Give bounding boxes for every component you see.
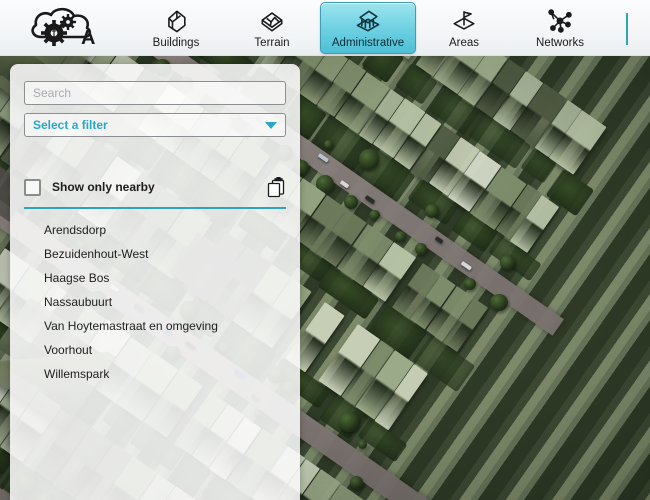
tab-buildings[interactable]: Buildings: [128, 2, 224, 54]
list-item[interactable]: Voorhout: [10, 338, 300, 362]
list-item[interactable]: Willemspark: [10, 362, 300, 386]
tab-label: Networks: [536, 36, 584, 50]
clipboard-copy-icon[interactable]: [266, 176, 286, 198]
tab-terrain[interactable]: Terrain: [224, 2, 320, 54]
tab-label: Administrative: [332, 36, 404, 50]
list-item[interactable]: Arendsdorp: [10, 218, 300, 242]
administrative-side-panel: Select a filter Show only nearby Arendsd…: [10, 64, 300, 500]
tab-label: Terrain: [254, 36, 289, 50]
tab-networks[interactable]: Networks: [512, 2, 608, 54]
chevron-down-icon: [265, 122, 277, 129]
cloud-gears-a-logo[interactable]: A: [24, 3, 108, 53]
building-isometric-icon: [161, 6, 191, 36]
svg-text:A: A: [81, 27, 95, 49]
show-only-nearby-label: Show only nearby: [52, 180, 155, 194]
network-nodes-icon: [545, 6, 575, 36]
area-flag-icon: [449, 6, 479, 36]
tab-label: Buildings: [153, 36, 200, 50]
toolbar-divider: [626, 13, 628, 45]
list-item[interactable]: Bezuidenhout-West: [10, 242, 300, 266]
list-item[interactable]: Nassaubuurt: [10, 290, 300, 314]
filter-select-label: Select a filter: [33, 118, 265, 132]
list-item[interactable]: Haagse Bos: [10, 266, 300, 290]
show-only-nearby-checkbox[interactable]: [24, 179, 41, 196]
filter-select[interactable]: Select a filter: [24, 113, 286, 137]
tab-administrative[interactable]: Administrative: [320, 2, 416, 54]
administrative-area-list[interactable]: ArendsdorpBezuidenhout-WestHaagse BosNas…: [10, 214, 300, 500]
list-item[interactable]: Van Hoytemastraat en omgeving: [10, 314, 300, 338]
tab-areas[interactable]: Areas: [416, 2, 512, 54]
terrain-isometric-icon: [257, 6, 287, 36]
panel-divider: [24, 207, 286, 209]
tab-label: Areas: [449, 36, 479, 50]
application-window: A Buildings: [0, 0, 650, 500]
top-toolbar: A Buildings: [0, 0, 650, 56]
search-input[interactable]: [24, 81, 286, 105]
toolbar-tabs: Buildings Terrain: [128, 0, 608, 56]
show-only-nearby-row: Show only nearby: [24, 174, 286, 200]
administrative-building-icon: [353, 6, 383, 36]
